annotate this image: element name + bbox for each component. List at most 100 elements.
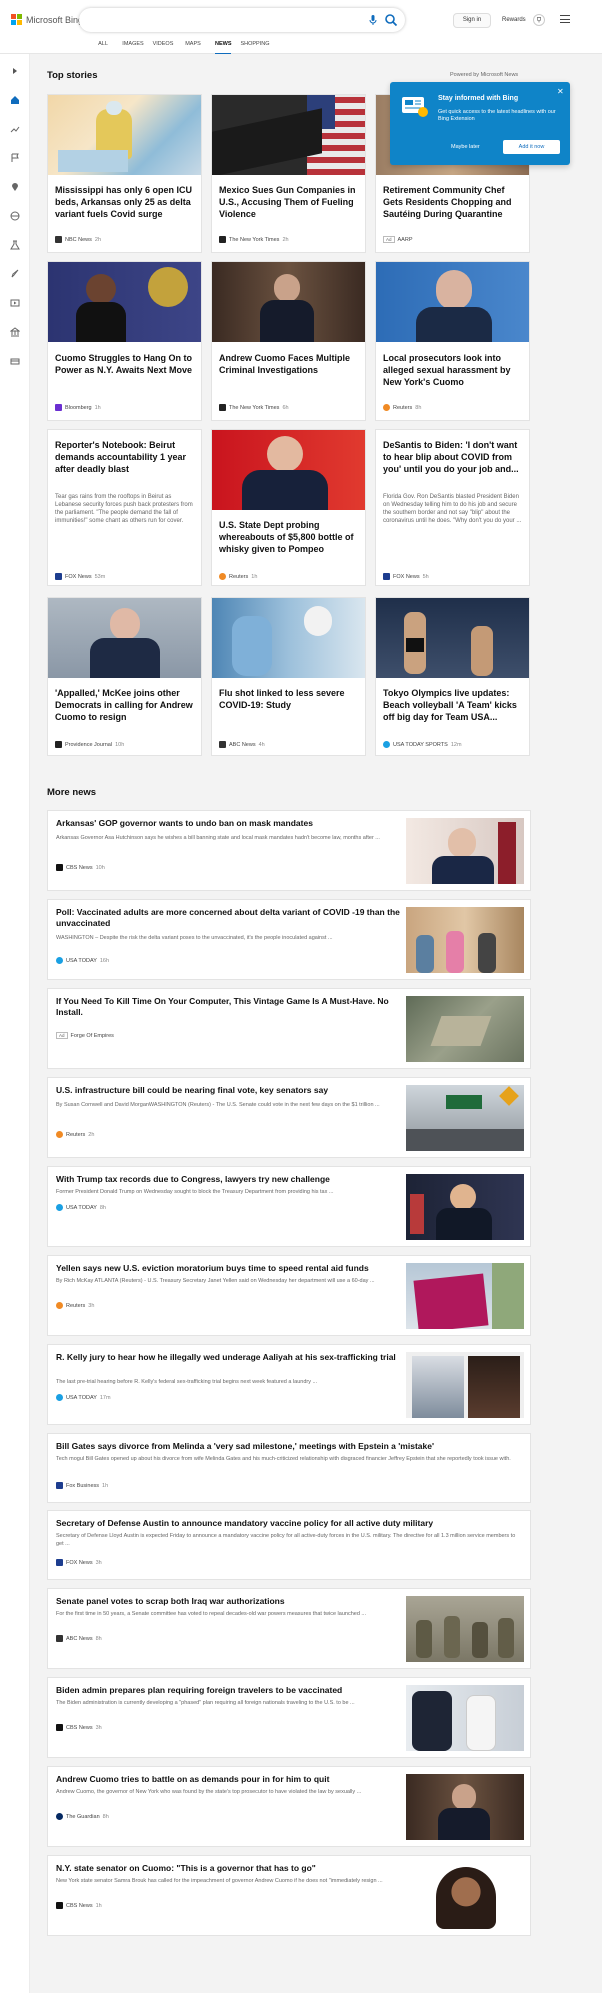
top-bar: Microsoft Bing ALL IMAGES VIDEOS MAPS NE…: [0, 0, 602, 54]
story-title[interactable]: 'Appalled,' McKee joins other Democrats …: [55, 687, 195, 723]
news-title[interactable]: Andrew Cuomo tries to battle on as deman…: [56, 1774, 406, 1785]
search-input[interactable]: [91, 12, 341, 28]
reuters-logo-icon: [56, 1131, 63, 1138]
story-card[interactable]: Flu shot linked to less severe COVID-19:…: [211, 597, 366, 756]
sign-in-button[interactable]: Sign in: [453, 13, 491, 28]
globe-icon[interactable]: [10, 211, 20, 221]
news-title[interactable]: R. Kelly jury to hear how he illegally w…: [56, 1352, 406, 1363]
story-card[interactable]: Mexico Sues Gun Companies in U.S., Accus…: [211, 94, 366, 253]
story-time: 4h: [258, 741, 265, 748]
story-card[interactable]: DeSantis to Biden: 'I don't want to hear…: [375, 429, 530, 586]
tab-videos[interactable]: VIDEOS: [148, 40, 178, 54]
story-card[interactable]: U.S. State Dept probing whereabouts of $…: [211, 429, 366, 586]
rewards-link[interactable]: Rewards: [502, 17, 526, 23]
news-title[interactable]: Biden admin prepares plan requiring fore…: [56, 1685, 406, 1696]
news-item[interactable]: Secretary of Defense Austin to announce …: [47, 1510, 531, 1580]
story-snippet: Tear gas rains from the rooftops in Beir…: [55, 494, 193, 524]
story-title[interactable]: Mexico Sues Gun Companies in U.S., Accus…: [219, 184, 359, 220]
tab-shopping[interactable]: SHOPPING: [238, 40, 272, 54]
science-icon[interactable]: [10, 240, 20, 250]
news-item[interactable]: With Trump tax records due to Congress, …: [47, 1166, 531, 1247]
story-card[interactable]: Cuomo Struggles to Hang On to Power as N…: [47, 261, 202, 421]
news-title[interactable]: If You Need To Kill Time On Your Compute…: [56, 996, 406, 1018]
story-image: [212, 598, 365, 678]
tab-news[interactable]: NEWS: [215, 40, 232, 54]
story-title[interactable]: Reporter's Notebook: Beirut demands acco…: [55, 439, 195, 475]
story-title[interactable]: Mississippi has only 6 open ICU beds, Ar…: [55, 184, 195, 220]
news-title[interactable]: Bill Gates says divorce from Melinda a '…: [56, 1441, 516, 1452]
news-item[interactable]: N.Y. state senator on Cuomo: "This is a …: [47, 1855, 531, 1936]
news-time: 3h: [95, 1724, 102, 1731]
story-card[interactable]: Reporter's Notebook: Beirut demands acco…: [47, 429, 202, 586]
add-it-now-button[interactable]: Add it now: [503, 140, 560, 154]
home-icon[interactable]: [10, 95, 20, 105]
story-title[interactable]: U.S. State Dept probing whereabouts of $…: [219, 519, 359, 555]
news-title[interactable]: Yellen says new U.S. eviction moratorium…: [56, 1263, 406, 1274]
news-time: 8h: [95, 1635, 102, 1642]
source-name: CBS News: [66, 1902, 93, 1909]
news-item[interactable]: U.S. infrastructure bill could be nearin…: [47, 1077, 531, 1158]
news-item[interactable]: Andrew Cuomo tries to battle on as deman…: [47, 1766, 531, 1847]
cbs-logo-icon: [56, 864, 63, 871]
story-card[interactable]: 'Appalled,' McKee joins other Democrats …: [47, 597, 202, 756]
news-source: USA TODAY 17m: [56, 1394, 111, 1401]
expand-icon[interactable]: [10, 66, 20, 76]
left-sidebar: [0, 54, 30, 1993]
location-icon[interactable]: [10, 182, 20, 192]
promo-body: Get quick access to the latest headlines…: [438, 109, 556, 122]
story-card[interactable]: Andrew Cuomo Faces Multiple Criminal Inv…: [211, 261, 366, 421]
story-card[interactable]: Mississippi has only 6 open ICU beds, Ar…: [47, 94, 202, 253]
flag-icon[interactable]: [10, 153, 20, 163]
usa-today-logo-icon: [56, 957, 63, 964]
news-title[interactable]: Poll: Vaccinated adults are more concern…: [56, 907, 406, 929]
money-icon[interactable]: [10, 356, 20, 366]
news-item[interactable]: R. Kelly jury to hear how he illegally w…: [47, 1344, 531, 1425]
news-item[interactable]: Arkansas' GOP governor wants to undo ban…: [47, 810, 531, 891]
news-time: 8h: [99, 1204, 106, 1211]
tab-maps[interactable]: MAPS: [178, 40, 208, 54]
news-title[interactable]: Secretary of Defense Austin to announce …: [56, 1518, 516, 1529]
story-title[interactable]: Local prosecutors look into alleged sexu…: [383, 352, 523, 388]
rocket-icon[interactable]: [10, 269, 20, 279]
news-item[interactable]: Yellen says new U.S. eviction moratorium…: [47, 1255, 531, 1336]
story-title[interactable]: Tokyo Olympics live updates: Beach volle…: [383, 687, 523, 723]
news-item[interactable]: Biden admin prepares plan requiring fore…: [47, 1677, 531, 1758]
search-box[interactable]: [79, 8, 405, 32]
story-title[interactable]: Flu shot linked to less severe COVID-19:…: [219, 687, 359, 711]
story-title[interactable]: DeSantis to Biden: 'I don't want to hear…: [383, 439, 523, 475]
tab-all[interactable]: ALL: [88, 40, 118, 54]
news-title[interactable]: N.Y. state senator on Cuomo: "This is a …: [56, 1863, 406, 1874]
entertainment-icon[interactable]: [10, 298, 20, 308]
story-title[interactable]: Andrew Cuomo Faces Multiple Criminal Inv…: [219, 352, 359, 376]
microphone-icon[interactable]: [367, 14, 379, 26]
news-source: ABC News 8h: [56, 1635, 102, 1642]
story-snippet: Florida Gov. Ron DeSantis blasted Presid…: [383, 494, 522, 524]
politics-icon[interactable]: [10, 327, 20, 337]
news-source: USA TODAY 8h: [56, 1204, 106, 1211]
story-card[interactable]: Tokyo Olympics live updates: Beach volle…: [375, 597, 530, 756]
fox-logo-icon: [383, 573, 390, 580]
news-item[interactable]: If You Need To Kill Time On Your Compute…: [47, 988, 531, 1069]
search-icon[interactable]: [384, 13, 398, 27]
story-card[interactable]: Local prosecutors look into alleged sexu…: [375, 261, 530, 421]
news-title[interactable]: With Trump tax records due to Congress, …: [56, 1174, 406, 1185]
news-title[interactable]: Senate panel votes to scrap both Iraq wa…: [56, 1596, 406, 1607]
source-name: Reuters: [229, 573, 249, 580]
trending-icon[interactable]: [10, 124, 20, 134]
news-item[interactable]: Bill Gates says divorce from Melinda a '…: [47, 1433, 531, 1503]
trophy-icon[interactable]: [533, 14, 545, 26]
story-time: 53m: [94, 573, 106, 580]
bing-logo[interactable]: Microsoft Bing: [11, 14, 83, 25]
story-time: 6h: [282, 404, 289, 411]
menu-icon[interactable]: [560, 15, 570, 25]
story-title[interactable]: Cuomo Struggles to Hang On to Power as N…: [55, 352, 195, 376]
story-title[interactable]: Retirement Community Chef Gets Residents…: [383, 184, 523, 220]
news-item[interactable]: Poll: Vaccinated adults are more concern…: [47, 899, 531, 980]
news-title[interactable]: Arkansas' GOP governor wants to undo ban…: [56, 818, 406, 829]
close-icon[interactable]: ✕: [557, 87, 564, 96]
tab-images[interactable]: IMAGES: [118, 40, 148, 54]
maybe-later-button[interactable]: Maybe later: [451, 144, 480, 150]
news-thumbnail: [406, 996, 524, 1062]
news-item[interactable]: Senate panel votes to scrap both Iraq wa…: [47, 1588, 531, 1669]
news-title[interactable]: U.S. infrastructure bill could be nearin…: [56, 1085, 406, 1096]
